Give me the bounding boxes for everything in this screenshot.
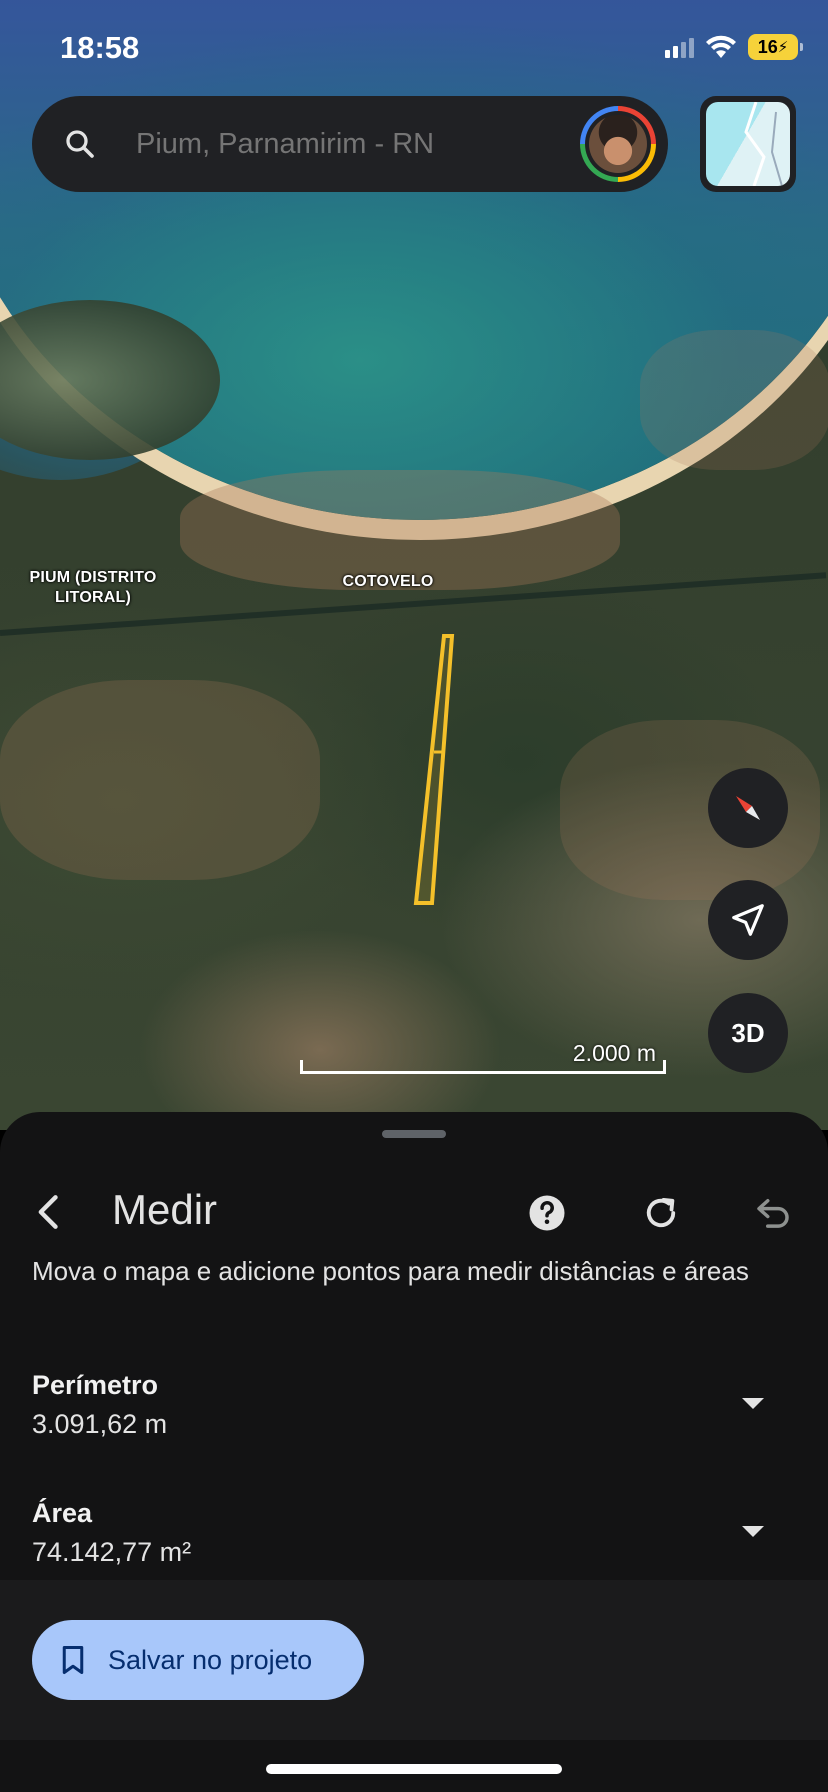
area-value: 74.142,77 m² (32, 1537, 192, 1567)
status-icons: 16 ⚡ (665, 34, 803, 60)
scale-line (300, 1071, 666, 1074)
map-label-pium: PIUM (DISTRITO LITORAL) (29, 569, 157, 606)
area-row[interactable]: Área 74.142,77 m² (32, 1498, 802, 1568)
map-layers-button[interactable] (700, 96, 796, 192)
undo-icon[interactable] (752, 1192, 794, 1234)
search-bar[interactable] (32, 96, 668, 192)
cellular-signal-icon (665, 36, 694, 58)
battery-icon: 16 ⚡ (748, 34, 803, 60)
avatar-photo (589, 115, 647, 173)
sheet-footer: Salvar no projeto (0, 1580, 828, 1740)
sheet-header: Medir (0, 1172, 828, 1252)
sheet-drag-handle[interactable] (382, 1130, 446, 1138)
help-icon[interactable] (526, 1192, 568, 1234)
map-label-cotovelo: COTOVELO (342, 573, 434, 590)
compass-icon (736, 796, 760, 820)
save-to-project-button[interactable]: Salvar no projeto (32, 1620, 364, 1700)
compass-button[interactable] (708, 768, 788, 848)
sheet-title: Medir (112, 1186, 218, 1233)
scale-tick (663, 1060, 666, 1074)
home-indicator[interactable] (266, 1764, 562, 1774)
navigation-arrow-icon (732, 904, 764, 936)
area-label: Área (32, 1498, 93, 1528)
my-location-button[interactable] (708, 880, 788, 960)
search-input[interactable] (136, 127, 580, 161)
back-arrow-icon[interactable] (28, 1190, 72, 1234)
perimeter-value: 3.091,62 m (32, 1409, 168, 1439)
battery-level: 16 (757, 36, 778, 57)
map-thumbnail (706, 102, 790, 186)
save-to-project-label: Salvar no projeto (108, 1644, 313, 1675)
scale-label: 2.000 m (572, 1040, 656, 1066)
scale-tick (300, 1060, 303, 1074)
3d-button[interactable]: 3D (708, 993, 788, 1073)
search-icon (66, 130, 94, 158)
refresh-icon[interactable] (640, 1192, 682, 1234)
caret-down-icon[interactable] (742, 1526, 764, 1537)
sheet-description: Mova o mapa e adicione pontos para medir… (32, 1256, 749, 1286)
status-time: 18:58 (60, 30, 140, 65)
map-scale: 2.000 m (300, 1040, 666, 1080)
perimeter-label: Perímetro (32, 1370, 159, 1400)
wifi-icon (706, 35, 736, 58)
account-avatar[interactable] (580, 106, 656, 182)
caret-down-icon[interactable] (742, 1398, 764, 1409)
bookmark-icon (62, 1646, 84, 1674)
perimeter-row[interactable]: Perímetro 3.091,62 m (32, 1370, 802, 1440)
